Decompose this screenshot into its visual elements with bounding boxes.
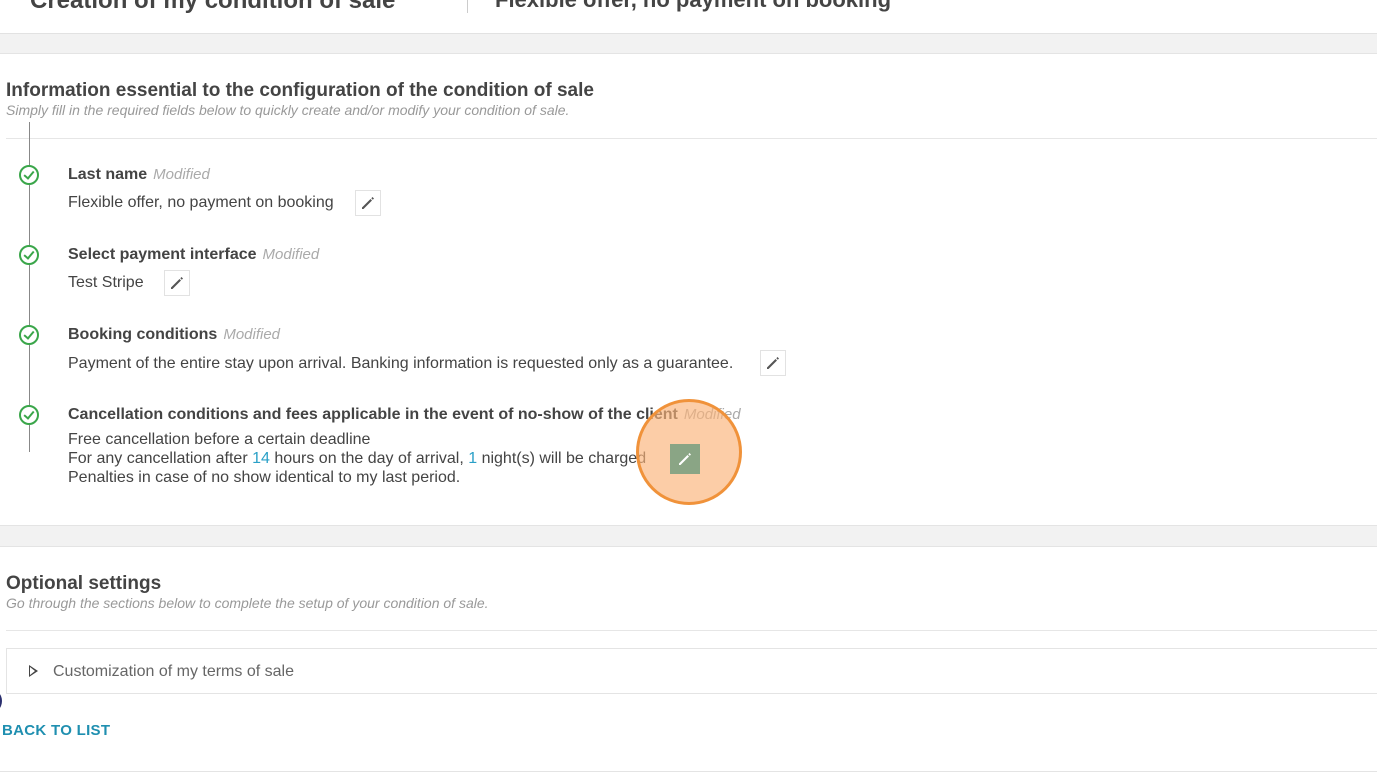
caret-right-icon — [29, 665, 38, 677]
step-label-last-name: Last name Modified — [68, 166, 210, 184]
terms-customization-accordion[interactable]: Customization of my terms of sale — [6, 648, 1377, 694]
step-label-text: Cancellation conditions and fees applica… — [68, 406, 678, 423]
check-circle-icon — [19, 165, 39, 185]
pencil-icon — [679, 453, 691, 465]
step-label-payment-interface: Select payment interface Modified — [68, 246, 319, 264]
offer-name-heading: Flexible offer, no payment on booking — [495, 0, 891, 13]
check-circle-icon — [19, 405, 39, 425]
edit-payment-interface-button[interactable] — [164, 270, 190, 296]
accordion-label: Customization of my terms of sale — [53, 663, 294, 680]
essential-section-subtitle: Simply fill in the required fields below… — [6, 102, 570, 118]
pencil-icon — [171, 277, 183, 289]
optional-divider — [6, 630, 1377, 631]
modified-tag: Modified — [223, 326, 281, 343]
essential-section-title: Information essential to the configurati… — [6, 80, 594, 101]
page-title: Creation of my condition of sale — [30, 0, 396, 14]
cancellation-text: For any cancellation after — [68, 450, 253, 467]
modified-tag: Modified — [153, 166, 210, 183]
step-value-last-name: Flexible offer, no payment on booking — [68, 194, 334, 211]
check-circle-icon — [19, 245, 39, 265]
step-label-text: Booking conditions — [68, 326, 218, 343]
modified-tag: Modified — [262, 246, 320, 263]
pencil-icon — [362, 197, 374, 209]
optional-section-subtitle: Go through the sections below to complet… — [6, 595, 489, 611]
essential-divider — [6, 138, 1377, 139]
back-to-list-link[interactable]: BACK TO LIST — [2, 722, 110, 739]
cancellation-line-3: Penalties in case of no show identical t… — [68, 469, 461, 486]
step-label-booking-conditions: Booking conditions Modified — [68, 326, 280, 344]
step-value-booking-conditions: Payment of the entire stay upon arrival.… — [68, 355, 734, 372]
optional-section-title: Optional settings — [6, 573, 162, 594]
cancellation-nights: 1 — [468, 450, 478, 467]
cancellation-details: Free cancellation before a certain deadl… — [68, 430, 646, 487]
cancellation-hours: 14 — [252, 450, 270, 467]
cancellation-text: hours on the day of arrival, — [269, 450, 469, 467]
edit-cancellation-conditions-button[interactable] — [670, 444, 700, 474]
edit-last-name-button[interactable] — [355, 190, 381, 216]
cancellation-line-2: For any cancellation after 14 hours on t… — [68, 449, 646, 468]
pencil-icon — [767, 357, 779, 369]
step-value-payment-interface: Test Stripe — [68, 274, 144, 291]
cancellation-line-1: Free cancellation before a certain deadl… — [68, 431, 371, 448]
check-circle-icon — [19, 325, 39, 345]
header-divider — [467, 0, 468, 13]
page-header: Creation of my condition of sale Flexibl… — [0, 0, 1377, 34]
step-label-text: Select payment interface — [68, 246, 257, 263]
cancellation-text: night(s) will be charged — [477, 450, 647, 467]
step-label-text: Last name — [68, 166, 148, 183]
step-label-cancellation-conditions: Cancellation conditions and fees applica… — [68, 406, 741, 424]
edit-booking-conditions-button[interactable] — [760, 350, 786, 376]
